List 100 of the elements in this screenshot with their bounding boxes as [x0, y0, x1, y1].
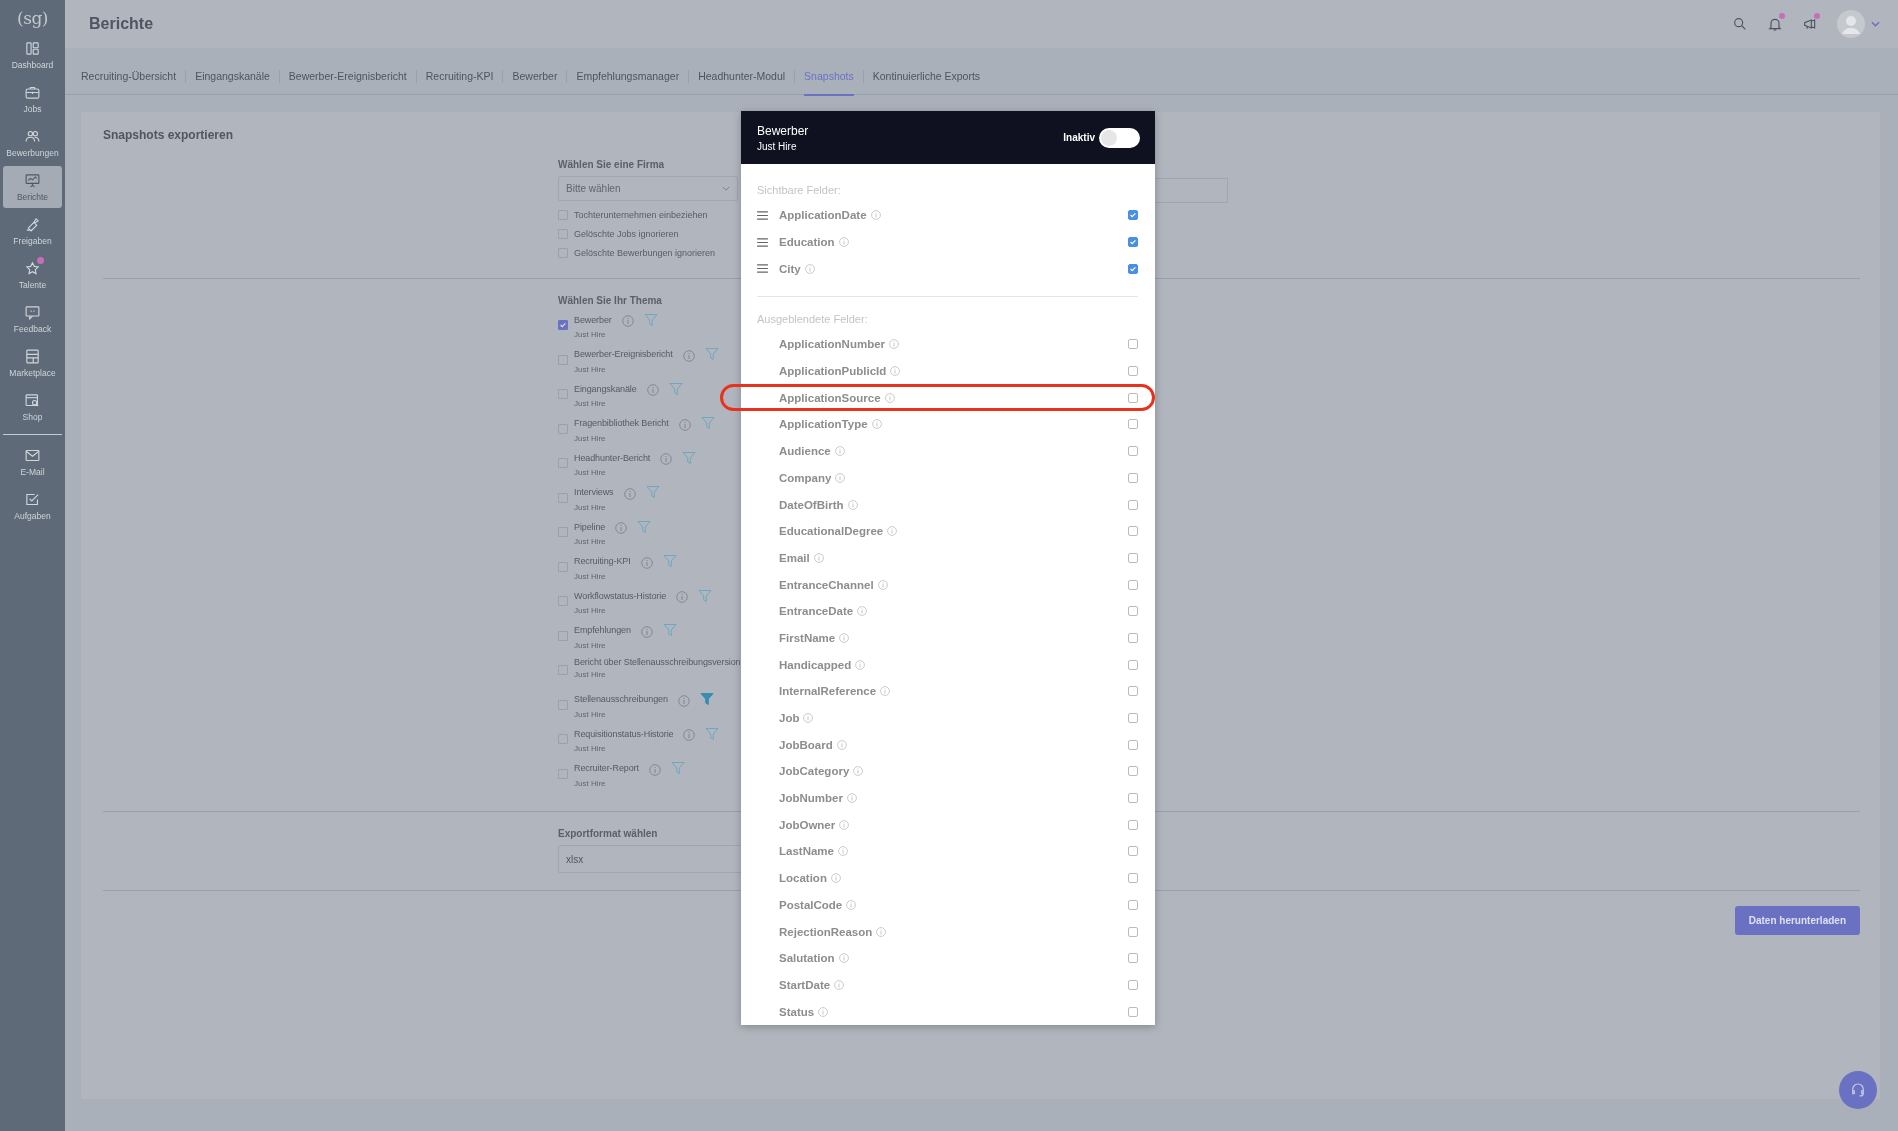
- info-icon[interactable]: [834, 979, 845, 990]
- checkbox[interactable]: [1128, 366, 1138, 377]
- info-icon[interactable]: [876, 926, 887, 937]
- info-icon[interactable]: [887, 526, 898, 537]
- checkbox[interactable]: [1128, 579, 1138, 590]
- checkbox[interactable]: [1128, 926, 1138, 937]
- checkbox[interactable]: [1128, 499, 1138, 510]
- info-icon[interactable]: [837, 846, 848, 857]
- info-icon[interactable]: [682, 349, 695, 362]
- checkbox[interactable]: [1128, 446, 1138, 457]
- info-icon[interactable]: [846, 899, 857, 910]
- info-icon[interactable]: [871, 419, 882, 430]
- checkbox[interactable]: [1128, 819, 1138, 830]
- filter-icon[interactable]: [698, 588, 713, 603]
- info-icon[interactable]: [880, 686, 891, 697]
- sidebar-item[interactable]: Aufgaben: [3, 485, 62, 527]
- info-icon[interactable]: [678, 418, 691, 431]
- checkbox[interactable]: [1128, 632, 1138, 643]
- avatar-icon[interactable]: [1837, 10, 1865, 38]
- info-icon[interactable]: [839, 632, 850, 643]
- info-icon[interactable]: [813, 552, 824, 563]
- tab[interactable]: Empfehlungsmanager: [576, 56, 680, 96]
- info-icon[interactable]: [621, 315, 634, 327]
- filter-icon[interactable]: [637, 519, 652, 534]
- tab[interactable]: Bewerber-Ereignisbericht: [288, 56, 407, 96]
- checkbox[interactable]: [1128, 979, 1138, 990]
- tab[interactable]: Recruiting-Übersicht: [81, 56, 177, 96]
- filter-icon[interactable]: [700, 416, 715, 430]
- checkbox[interactable]: [1128, 873, 1138, 884]
- info-icon[interactable]: [677, 694, 690, 707]
- checkbox[interactable]: [1128, 472, 1138, 483]
- company-select[interactable]: Bitte wählen: [558, 176, 738, 201]
- sidebar-item[interactable]: Feedback: [3, 298, 62, 340]
- checkbox[interactable]: [1128, 210, 1138, 221]
- info-icon[interactable]: [884, 392, 895, 403]
- checkbox[interactable]: [1128, 392, 1138, 403]
- tab[interactable]: Kontinuierliche Exports: [872, 56, 981, 96]
- info-icon[interactable]: [855, 659, 866, 670]
- filter-icon[interactable]: [662, 554, 677, 568]
- info-icon[interactable]: [838, 237, 849, 248]
- support-chat-button[interactable]: [1839, 1071, 1877, 1109]
- logo[interactable]: (sg): [17, 0, 48, 34]
- filter-icon[interactable]: [670, 761, 685, 775]
- filter-icon[interactable]: [699, 692, 714, 706]
- info-icon[interactable]: [889, 339, 900, 350]
- info-icon[interactable]: [835, 472, 846, 483]
- info-icon[interactable]: [660, 453, 673, 465]
- sidebar-item[interactable]: Dashboard: [3, 34, 62, 76]
- checkbox[interactable]: [1128, 606, 1138, 617]
- checkbox[interactable]: [1128, 846, 1138, 857]
- checkbox[interactable]: [1128, 953, 1138, 964]
- checkbox[interactable]: [558, 320, 568, 330]
- checkbox[interactable]: [1128, 899, 1138, 910]
- tab[interactable]: Snapshots: [804, 56, 854, 96]
- checkbox[interactable]: [1128, 552, 1138, 563]
- checkbox[interactable]: [1128, 526, 1138, 537]
- checkbox[interactable]: [1128, 237, 1138, 248]
- filter-icon[interactable]: [662, 623, 677, 637]
- checkbox[interactable]: [1128, 659, 1138, 670]
- checkbox[interactable]: [1128, 739, 1138, 750]
- checkbox[interactable]: [1128, 793, 1138, 804]
- info-icon[interactable]: [846, 793, 857, 804]
- chevron-icon[interactable]: [1871, 21, 1880, 27]
- checkbox[interactable]: [1128, 766, 1138, 777]
- info-icon[interactable]: [830, 873, 841, 884]
- megaphone-icon[interactable]: [1802, 16, 1818, 32]
- filter-icon[interactable]: [704, 347, 719, 361]
- checkbox[interactable]: [1128, 713, 1138, 724]
- checkbox[interactable]: [1128, 419, 1138, 430]
- info-icon[interactable]: [847, 499, 858, 510]
- drag-handle-icon[interactable]: [757, 264, 768, 274]
- filter-icon[interactable]: [645, 485, 660, 499]
- info-icon[interactable]: [640, 625, 653, 638]
- sidebar-item[interactable]: Freigaben: [3, 210, 62, 252]
- filter-icon[interactable]: [668, 381, 683, 396]
- info-icon[interactable]: [818, 1006, 829, 1017]
- info-icon[interactable]: [870, 210, 881, 221]
- tab[interactable]: Headhunter-Modul: [698, 56, 786, 96]
- sidebar-item[interactable]: Jobs: [3, 78, 62, 120]
- info-icon[interactable]: [877, 579, 888, 590]
- sidebar-item[interactable]: Bewerbungen: [3, 122, 62, 164]
- tab[interactable]: Bewerber: [512, 56, 558, 96]
- info-icon[interactable]: [683, 729, 696, 741]
- sidebar-item[interactable]: Marketplace: [3, 342, 62, 384]
- info-icon[interactable]: [803, 713, 814, 724]
- sidebar-item[interactable]: Shop: [3, 386, 62, 428]
- checkbox[interactable]: [1128, 1006, 1138, 1017]
- info-icon[interactable]: [640, 556, 653, 569]
- bell-icon[interactable]: [1767, 16, 1783, 32]
- checkbox[interactable]: [1128, 686, 1138, 697]
- checkbox[interactable]: [1128, 263, 1138, 274]
- drag-handle-icon[interactable]: [757, 237, 768, 247]
- info-icon[interactable]: [853, 766, 864, 777]
- download-button[interactable]: Daten herunterladen: [1734, 906, 1860, 935]
- tab[interactable]: Eingangskanäle: [195, 56, 270, 96]
- info-icon[interactable]: [623, 487, 636, 500]
- checkbox[interactable]: [1128, 339, 1138, 350]
- sidebar-item[interactable]: E-Mail: [3, 441, 62, 483]
- tab[interactable]: Recruiting-KPI: [425, 56, 494, 96]
- info-icon[interactable]: [838, 953, 849, 964]
